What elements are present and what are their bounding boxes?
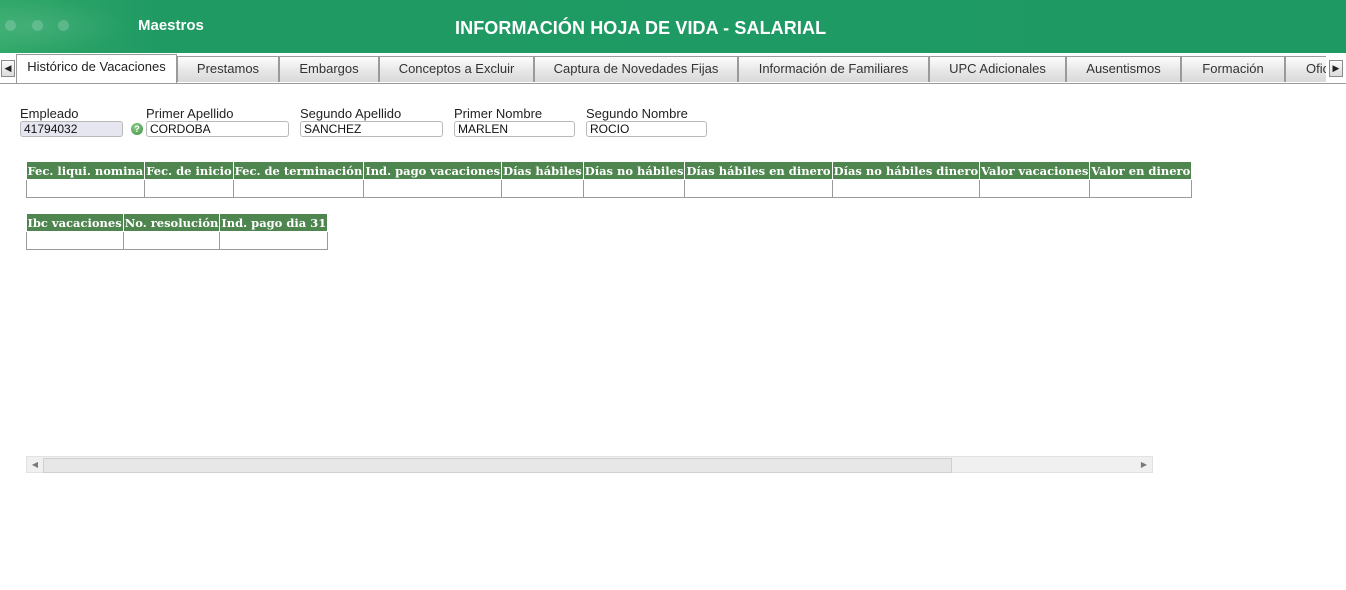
caret-right-icon: ▶ [1332, 63, 1340, 73]
column-header[interactable]: Días hábiles en dinero [684, 162, 833, 180]
column-header[interactable]: Valor en dinero [1089, 162, 1192, 180]
table-row[interactable] [25, 179, 1192, 198]
decor-dot [5, 20, 16, 31]
table-cell[interactable] [831, 179, 981, 198]
tab-oficios[interactable]: Ofic [1285, 56, 1326, 82]
tabs-viewport: Histórico de Vacaciones Prestamos Embarg… [16, 54, 1326, 83]
tab-prestamos[interactable]: Prestamos [177, 56, 279, 82]
empleado-label: Empleado [20, 106, 79, 121]
column-header[interactable]: Ind. pago vacaciones [363, 162, 503, 180]
table-cell[interactable] [122, 231, 221, 250]
segundo-nombre-input[interactable]: ROCIO [586, 121, 707, 137]
scroll-right-button[interactable]: ▶ [1136, 457, 1152, 472]
column-header[interactable]: Ibc vacaciones [26, 214, 124, 232]
caret-right-icon: ▶ [1140, 460, 1148, 469]
tab-scroll-left-button[interactable]: ◀ [1, 60, 15, 77]
tab-scroll-right-button[interactable]: ▶ [1329, 60, 1343, 77]
app-header: Maestros INFORMACIÓN HOJA DE VIDA - SALA… [0, 0, 1346, 53]
column-header[interactable]: Fec. de terminación [232, 162, 365, 180]
column-header[interactable]: Ind. pago dia 31 [219, 214, 328, 232]
scrollbar-thumb[interactable] [43, 458, 952, 473]
column-header[interactable]: No. resolución [122, 214, 221, 232]
tab-historico-vacaciones[interactable]: Histórico de Vacaciones [16, 54, 177, 83]
tab-formacion[interactable]: Formación [1181, 56, 1285, 82]
tab-bar: ◀ Histórico de Vacaciones Prestamos Emba… [0, 54, 1346, 84]
horizontal-scrollbar[interactable]: ◀ ▶ [26, 456, 1153, 473]
segundo-nombre-label: Segundo Nombre [586, 106, 688, 121]
tab-conceptos-excluir[interactable]: Conceptos a Excluir [379, 56, 534, 82]
column-header[interactable]: Días hábiles [501, 162, 584, 180]
table-header-row: Ibc vacaciones No. resolución Ind. pago … [26, 214, 328, 232]
table-cell[interactable] [684, 179, 833, 198]
table-cell[interactable] [1089, 179, 1192, 198]
ibc-table: Ibc vacaciones No. resolución Ind. pago … [26, 214, 328, 250]
column-header[interactable]: Días no hábiles [582, 162, 686, 180]
vacations-table: Fec. liqui. nomina Fec. de inicio Fec. d… [25, 162, 1192, 198]
decor-dot [32, 20, 43, 31]
tab-ausentismos[interactable]: Ausentismos [1066, 56, 1181, 82]
empleado-input[interactable]: 41794032 [20, 121, 123, 137]
page-title: INFORMACIÓN HOJA DE VIDA - SALARIAL [455, 18, 827, 38]
table-cell[interactable] [25, 179, 146, 198]
question-icon[interactable]: ? [131, 123, 143, 135]
tab-upc-adicionales[interactable]: UPC Adicionales [929, 56, 1066, 82]
table-cell[interactable] [26, 231, 124, 250]
scroll-left-button[interactable]: ◀ [27, 457, 43, 472]
primer-nombre-input[interactable]: MARLEN [454, 121, 575, 137]
column-header[interactable]: Valor vacaciones [979, 162, 1091, 180]
column-header[interactable]: Días no hábiles dinero [831, 162, 981, 180]
tab-embargos[interactable]: Embargos [279, 56, 379, 82]
header-decoration [0, 0, 130, 53]
tab-captura-novedades-fijas[interactable]: Captura de Novedades Fijas [534, 56, 738, 82]
table-row[interactable] [26, 231, 328, 250]
tab-informacion-familiares[interactable]: Información de Familiares [738, 56, 929, 82]
table-cell[interactable] [363, 179, 503, 198]
maestros-menu[interactable]: Maestros [138, 17, 204, 34]
table-cell[interactable] [232, 179, 365, 198]
primer-apellido-label: Primer Apellido [146, 106, 234, 121]
table-header-row: Fec. liqui. nomina Fec. de inicio Fec. d… [26, 162, 1192, 180]
segundo-apellido-input[interactable]: SANCHEZ [300, 121, 443, 137]
caret-left-icon: ◀ [4, 63, 12, 73]
table-cell[interactable] [219, 231, 328, 250]
primer-apellido-input[interactable]: CORDOBA [146, 121, 289, 137]
caret-left-icon: ◀ [31, 460, 39, 469]
column-header[interactable]: Fec. de inicio [144, 162, 234, 180]
table-cell[interactable] [501, 179, 584, 198]
column-header[interactable]: Fec. liqui. nomina [26, 162, 146, 180]
table-cell[interactable] [144, 179, 234, 198]
table-cell[interactable] [582, 179, 686, 198]
segundo-apellido-label: Segundo Apellido [300, 106, 402, 121]
table-cell[interactable] [979, 179, 1091, 198]
primer-nombre-label: Primer Nombre [454, 106, 543, 121]
decor-dot [58, 20, 69, 31]
